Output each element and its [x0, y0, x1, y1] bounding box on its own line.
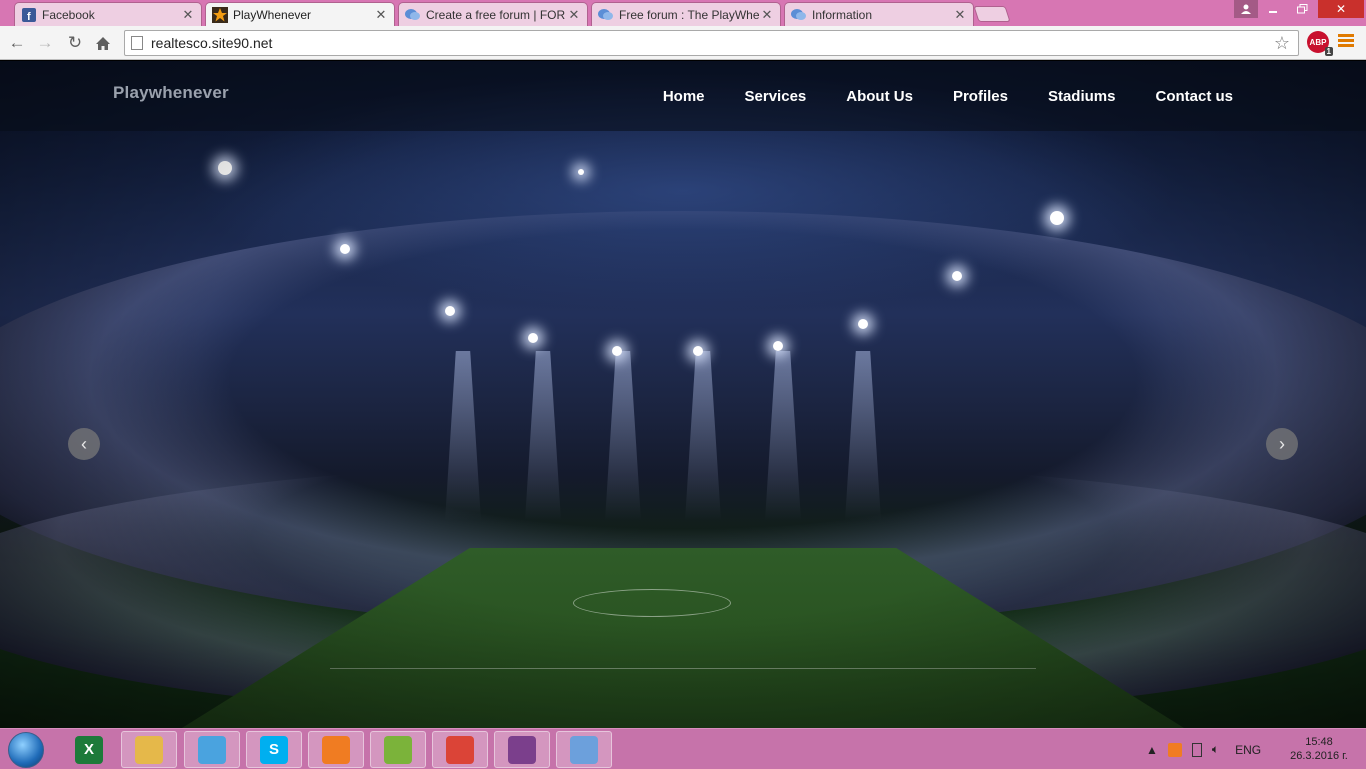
address-bar[interactable]: realtesco.site90.net ☆: [124, 30, 1299, 56]
forum-icon: [598, 7, 614, 23]
file-explorer-icon: [135, 735, 163, 764]
xampp-tray-icon[interactable]: [1167, 742, 1182, 757]
tab-close-icon[interactable]: ✕: [181, 7, 195, 23]
nav-link-contact-us[interactable]: Contact us: [1155, 88, 1233, 105]
start-button[interactable]: [8, 732, 44, 768]
tab-close-icon[interactable]: ✕: [953, 7, 967, 23]
language-indicator[interactable]: ENG: [1235, 743, 1261, 757]
system-tray: ▲ 🔈︎ ENG: [1146, 729, 1271, 769]
tab-close-icon[interactable]: ✕: [760, 7, 774, 23]
taskbar: X S ▲ 🔈︎ ENG 15:48 26.3.2016 г.: [0, 728, 1366, 769]
nav-link-services[interactable]: Services: [745, 88, 807, 105]
forum-icon: [791, 7, 807, 23]
tab-information[interactable]: Information ✕: [784, 2, 974, 26]
adblock-count: 1: [1324, 47, 1333, 56]
menu-icon[interactable]: [1338, 34, 1354, 50]
svg-text:f: f: [27, 11, 31, 22]
new-tab-button[interactable]: [973, 6, 1011, 22]
winrar-icon: [508, 735, 536, 764]
tab-title: PlayWhenever: [233, 7, 312, 22]
site-brand[interactable]: Playwhenever: [113, 83, 229, 103]
excel-icon: X: [75, 735, 103, 764]
battery-icon[interactable]: [1191, 742, 1202, 757]
nav-link-home[interactable]: Home: [663, 88, 705, 105]
forward-arrow-icon[interactable]: →: [34, 32, 56, 54]
paint-icon: [570, 735, 598, 764]
taskbar-button-chrome[interactable]: [432, 731, 488, 768]
tab-close-icon[interactable]: ✕: [374, 7, 388, 23]
nav-link-stadiums[interactable]: Stadiums: [1048, 88, 1116, 105]
web-page: Playwhenever Home Services About Us Prof…: [0, 61, 1366, 728]
url-text: realtesco.site90.net: [151, 35, 273, 51]
browser-toolbar: ← → ↻ realtesco.site90.net ☆ ABP 1: [0, 26, 1366, 60]
clock[interactable]: 15:48 26.3.2016 г.: [1284, 735, 1354, 763]
nav-link-about-us[interactable]: About Us: [846, 88, 913, 105]
taskbar-button-skype[interactable]: S: [246, 731, 302, 768]
xampp-icon: [322, 735, 350, 764]
tab-title: Information: [812, 7, 873, 22]
page-icon: [131, 36, 143, 50]
tray-expand-icon[interactable]: ▲: [1146, 743, 1158, 757]
taskbar-button-notepad-plus[interactable]: [370, 731, 426, 768]
taskbar-button-browser-ball[interactable]: [184, 731, 240, 768]
adblock-icon[interactable]: ABP 1: [1307, 31, 1333, 56]
carousel-prev-button[interactable]: ‹: [68, 428, 100, 460]
restore-icon[interactable]: [1288, 0, 1316, 18]
taskbar-button-xampp[interactable]: [308, 731, 364, 768]
taskbar-button-excel[interactable]: X: [61, 731, 117, 768]
tab-facebook[interactable]: f Facebook ✕: [14, 2, 202, 26]
tab-title: Free forum : The PlayWhe: [619, 7, 760, 22]
chrome-icon: [446, 735, 474, 764]
site-nav: Home Services About Us Profiles Stadiums…: [623, 88, 1233, 105]
tab-playwhenever[interactable]: PlayWhenever ✕: [205, 2, 395, 26]
nav-link-profiles[interactable]: Profiles: [953, 88, 1008, 105]
user-profile-icon[interactable]: [1234, 0, 1258, 18]
image-vignette: [0, 61, 1366, 728]
notepad-plus-icon: [384, 735, 412, 764]
facebook-icon: f: [21, 7, 37, 23]
browser-tab-strip: f Facebook ✕ PlayWhenever ✕ Create a fre…: [0, 0, 1366, 26]
taskbar-button-paint[interactable]: [556, 731, 612, 768]
forum-icon: [405, 7, 421, 23]
tab-title: Create a free forum | FOR: [426, 7, 566, 22]
tab-close-icon[interactable]: ✕: [567, 7, 581, 23]
clock-date: 26.3.2016 г.: [1290, 750, 1348, 762]
site-header: Playwhenever Home Services About Us Prof…: [0, 61, 1366, 131]
reload-icon[interactable]: ↻: [64, 32, 86, 54]
taskbar-button-file-explorer[interactable]: [121, 731, 177, 768]
skype-icon: S: [260, 735, 288, 764]
home-icon[interactable]: [92, 32, 114, 54]
window-close-icon[interactable]: ✕: [1318, 0, 1364, 18]
taskbar-button-winrar[interactable]: [494, 731, 550, 768]
browser-ball-icon: [198, 735, 226, 764]
star-icon: [212, 6, 228, 23]
carousel-next-button[interactable]: ›: [1266, 428, 1298, 460]
clock-time: 15:48: [1305, 736, 1333, 748]
chevron-right-icon: ›: [1279, 433, 1285, 454]
tab-create-forum[interactable]: Create a free forum | FOR ✕: [398, 2, 588, 26]
chevron-left-icon: ‹: [81, 433, 87, 454]
minimize-icon[interactable]: [1260, 0, 1286, 18]
tab-title: Facebook: [42, 7, 95, 22]
adblock-label: ABP: [1309, 37, 1327, 47]
bookmark-star-icon[interactable]: ☆: [1274, 33, 1290, 54]
back-arrow-icon[interactable]: ←: [6, 32, 28, 54]
volume-icon[interactable]: 🔈︎: [1212, 742, 1219, 757]
tab-free-forum[interactable]: Free forum : The PlayWhe ✕: [591, 2, 781, 26]
